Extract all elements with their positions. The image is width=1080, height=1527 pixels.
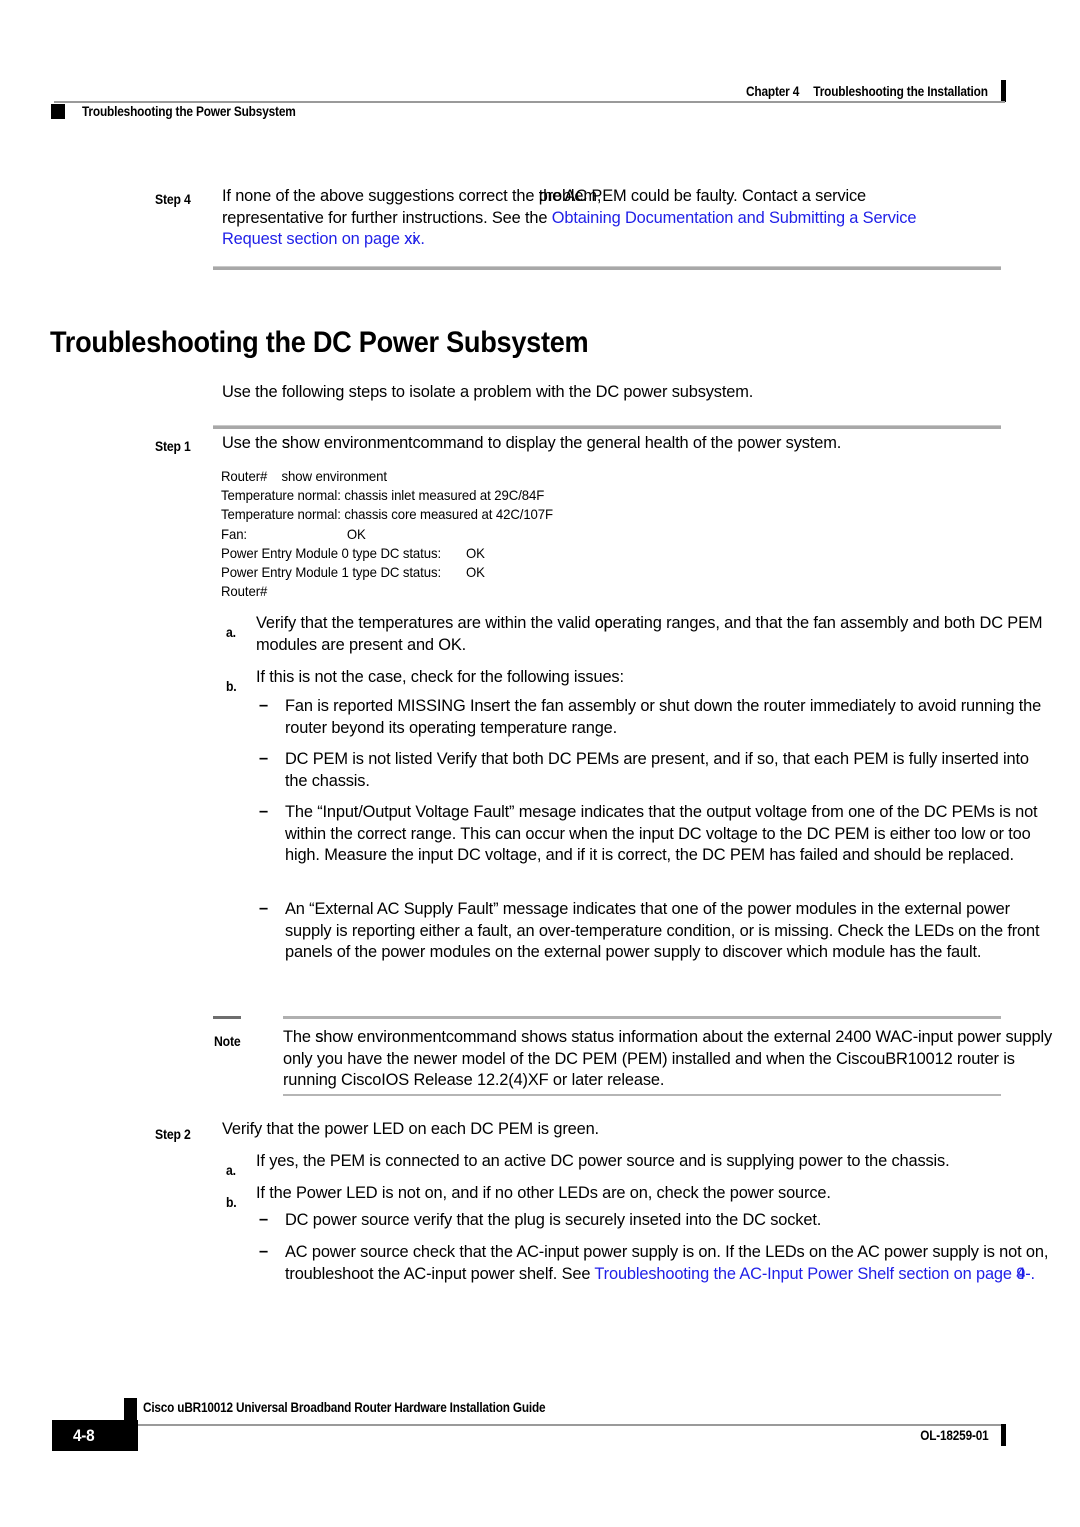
document-page: Chapter 4 Troubleshooting the Installatio…	[0, 0, 1080, 1527]
step-4-overlap-1: the AC PEM could be faulty. Contact a se…	[539, 186, 866, 208]
step-1-suffix: to display the general health of the pow…	[483, 434, 842, 452]
dash-bullet-6: –	[259, 1242, 269, 1260]
dash-5-post: ted into the DC socket.	[658, 1211, 822, 1229]
footer-divider	[78, 1424, 1005, 1426]
header-chapter-title: Troubleshooting the Installation	[813, 84, 988, 99]
cli-output-block: Router# show environment Temperature nor…	[221, 469, 553, 600]
step-4-line3-mid: section on page	[282, 230, 405, 248]
dash-bullet-4: –	[259, 899, 269, 917]
dash-1-pre: Fan is reported MISSING	[285, 697, 466, 715]
step-2-text: Verify that the power LED on each DC PEM…	[222, 1120, 599, 1138]
dash-6-pre: AC power source	[285, 1243, 409, 1261]
dash-bullet-1: –	[259, 696, 269, 714]
step-4-page-b: xi	[404, 230, 416, 248]
dash-6-link-1: Troubleshooting the AC-Input	[594, 1264, 803, 1283]
footer-doc-id: OL-18259-01	[919, 1428, 988, 1443]
note-command: show environment	[315, 1028, 446, 1046]
dash-item-1-text: Fan is reported MISSING Insert the fan a…	[285, 696, 1055, 739]
step-1-command-word: command	[412, 434, 484, 452]
dash-6-page-overlap: 4-4-9	[1016, 1264, 1030, 1286]
step-1-text: Use the show environmentshow environment…	[222, 433, 1022, 455]
dash-item-5-text: DC power source verify that the plug is …	[285, 1210, 1055, 1232]
dash-item-6-text: AC power source check that the AC-input …	[285, 1242, 1055, 1285]
step-1-prefix: Use the	[222, 434, 282, 452]
step-1-label: Step 1	[155, 439, 191, 454]
note-label: Note	[214, 1034, 241, 1049]
dash-5-mid: verify that the plug is securely inse	[409, 1211, 659, 1229]
footer-page-number: 4-8	[73, 1426, 95, 1445]
step-4-line2-plain: representative for further instructions.…	[222, 208, 552, 227]
header-right-marker	[1001, 80, 1006, 102]
section-divider-1	[213, 266, 1001, 270]
dash-3-pre: The “Input/Output Voltage Fault” me	[285, 803, 542, 821]
header-chapter: Chapter 4 Troubleshooting the Installatio…	[746, 84, 988, 99]
note-line3-e: Release 12.2(4)XF or later release.	[409, 1071, 665, 1089]
dash-6-link-2: Power Shelf	[807, 1264, 894, 1283]
step-2-label: Step 2	[155, 1127, 191, 1142]
step-1-item-a-label: a.	[226, 625, 236, 640]
page-header: Chapter 4 Troubleshooting the Installatio…	[0, 0, 1080, 130]
dash-4-pre: An “External AC Supply Fault” message in…	[285, 900, 636, 918]
step-1-item-a-text: Verify that the temperatures are within …	[256, 613, 1046, 656]
footer-title: Cisco uBR10012 Universal Broadband Route…	[143, 1400, 546, 1415]
page-title: Troubleshooting the DC Power Subsystem	[50, 326, 589, 359]
step-4-label: Step 4	[155, 192, 191, 207]
step-2-item-b-label: b.	[226, 1195, 237, 1210]
note-text: The show environmentshow environmentscom…	[283, 1027, 1053, 1092]
header-divider	[54, 101, 1005, 103]
note-line1-pre: The	[283, 1028, 316, 1046]
footer-bullet-square	[124, 1398, 137, 1420]
note-line1-post: shows status information about the exter…	[516, 1028, 953, 1046]
section-divider-2	[213, 425, 1001, 429]
footer-page-box	[52, 1420, 138, 1451]
note-line3-a: Cisco	[836, 1049, 877, 1068]
step-4-page-overlap: xxxxxi	[404, 229, 420, 251]
item-a-pre: Verify that the temperatures are within …	[256, 614, 595, 632]
dash-2-pre: DC PEM is not listed	[285, 750, 433, 768]
step-1-command: show environment	[281, 434, 413, 452]
dash-5-pre: DC power source	[285, 1211, 410, 1229]
note-command-s: s	[315, 1028, 324, 1046]
note-rule-short	[213, 1016, 241, 1019]
note-line3-d: IOS	[381, 1071, 410, 1089]
dash-6-link-end: .	[1030, 1264, 1036, 1283]
dash-6-page-b: 9	[1016, 1264, 1026, 1283]
step-4-overlap-b: problem,	[538, 187, 602, 205]
dash-bullet-5: –	[259, 1210, 269, 1228]
step-4-line3-end: .	[420, 230, 425, 248]
dash-item-3-text: The “Input/Output Voltage Fault” mesage …	[285, 802, 1055, 867]
step-4-link-line3: Request	[222, 230, 282, 248]
step-2-item-a-label: a.	[226, 1163, 236, 1178]
header-section-title: Troubleshooting the Power Subsystem	[82, 104, 296, 119]
dash-bullet-2: –	[259, 749, 269, 767]
item-a-overlap: operoperop	[595, 613, 627, 635]
header-bullet-square	[51, 104, 65, 119]
header-chapter-number: Chapter 4	[746, 84, 800, 99]
dash-item-2-text: DC PEM is not listed Verify that both DC…	[285, 749, 1055, 792]
intro-paragraph: Use the following steps to isolate a pro…	[222, 383, 754, 401]
note-rule-top	[283, 1016, 1001, 1019]
note-rule-bottom	[283, 1094, 1001, 1096]
footer-right-marker	[1001, 1424, 1006, 1446]
step-2-item-b-text: If the Power LED is not on, and if no ot…	[256, 1184, 831, 1202]
step-1-command-s: s	[281, 434, 290, 452]
step-4-link-line2: Obtaining Documentation and Submitting a…	[551, 208, 917, 227]
dash-item-4-text: An “External AC Supply Fault” message in…	[285, 899, 1055, 964]
note-command-overlap: show environmentshow environments	[315, 1027, 446, 1049]
step-1-item-b-label: b.	[226, 679, 237, 694]
note-line3-b: uBR10012	[876, 1049, 953, 1068]
step-4-line1-prefix: If none of the above suggestions correct…	[222, 187, 539, 205]
note-command-word: command	[445, 1028, 517, 1046]
step-1-command-overlap: show environmentshow environments	[282, 433, 413, 455]
dash-6-link-mid: section on page	[893, 1264, 1017, 1283]
dash-bullet-3: –	[259, 802, 269, 820]
step-1-item-b-text: If this is not the case, check for the f…	[256, 668, 624, 686]
step-4-text: If none of the above suggestions correct…	[222, 186, 1022, 251]
step-2-item-a-text: If yes, the PEM is connected to an activ…	[256, 1152, 950, 1170]
item-a-op: op	[594, 614, 613, 632]
